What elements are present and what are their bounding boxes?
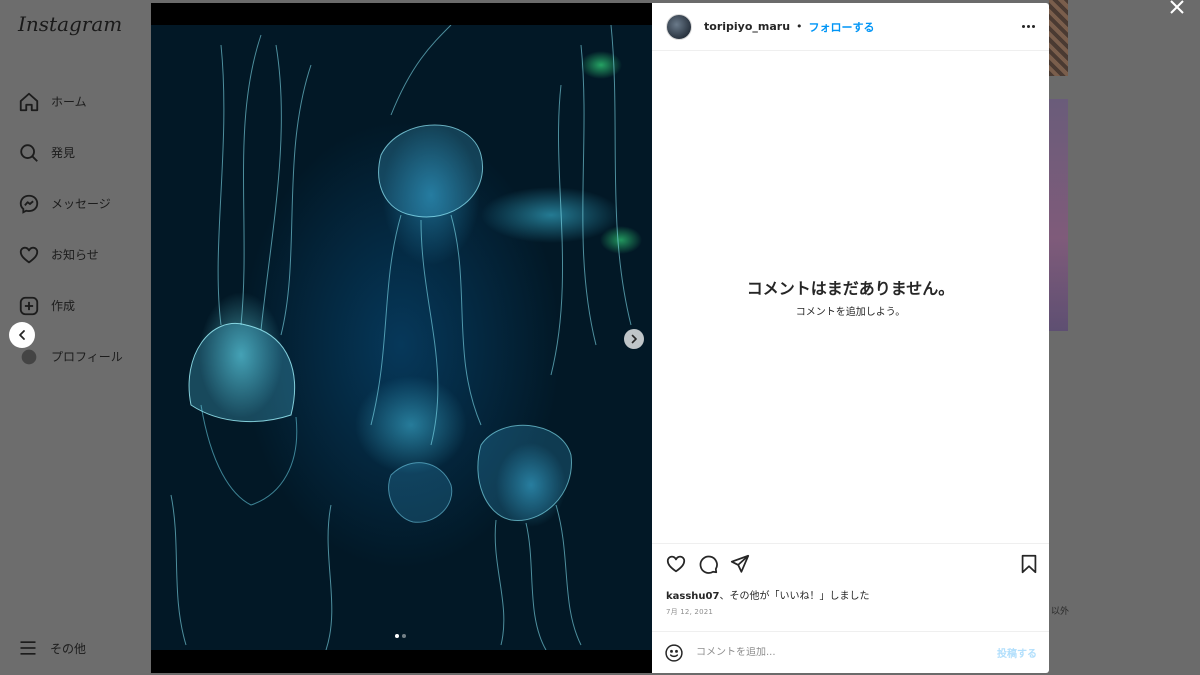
post-username[interactable]: toripiyo_maru — [704, 20, 790, 33]
like-heart-icon[interactable] — [665, 553, 687, 575]
carousel-indicator — [395, 634, 406, 638]
post-media — [151, 3, 652, 673]
sidebar-item-label: メッセージ — [51, 197, 111, 211]
likes-suffix: 、その他が「いいね！」しました — [719, 591, 870, 602]
close-button[interactable] — [1168, 0, 1188, 20]
background-thumbnail — [1049, 99, 1068, 331]
create-icon — [19, 296, 39, 315]
previous-post-button[interactable] — [9, 322, 35, 348]
sidebar-more-label: その他 — [50, 641, 87, 656]
share-icon[interactable] — [729, 553, 751, 575]
carousel-next-button[interactable] — [624, 329, 644, 349]
jellyfish-illustration — [170, 25, 632, 650]
post-details-panel: toripiyo_maru • フォローする コメントはまだありません。 コメン… — [652, 3, 1049, 673]
post-image — [151, 25, 652, 650]
no-comments-subtitle: コメントを追加しよう。 — [795, 307, 906, 318]
post-date[interactable]: 7月 12, 2021 — [666, 607, 713, 617]
background-peek-text: 以外 — [1051, 607, 1070, 617]
sidebar-item-label: プロフィール — [51, 350, 123, 364]
close-icon — [1170, 0, 1184, 14]
comments-area: コメントはまだありません。 コメントを追加しよう。 — [652, 52, 1049, 543]
sidebar-item-create[interactable]: 作成 — [18, 280, 148, 331]
sidebar-item-explore[interactable]: 発見 — [18, 127, 148, 178]
avatar[interactable] — [666, 13, 692, 40]
avatar-icon — [21, 349, 37, 364]
sidebar-item-notifications[interactable]: お知らせ — [18, 229, 148, 280]
sidebar-item-profile[interactable]: プロフィール — [18, 331, 148, 382]
comment-icon[interactable] — [697, 553, 719, 575]
home-icon — [19, 92, 39, 111]
sidebar-item-messages[interactable]: メッセージ — [18, 178, 148, 229]
sidebar-item-label: ホーム — [51, 95, 87, 109]
sidebar-nav: ホーム 発見 メッセージ お知らせ 作成 プロフィール — [18, 76, 148, 382]
liker-username[interactable]: kasshu07 — [666, 591, 719, 602]
follow-button[interactable]: フォローする — [809, 19, 875, 35]
chevron-left-icon — [19, 330, 25, 340]
menu-icon — [20, 641, 36, 655]
heart-icon — [19, 246, 39, 263]
post-actions — [665, 553, 1038, 577]
messenger-icon — [19, 194, 39, 214]
header-separator: • — [796, 20, 803, 33]
bookmark-icon[interactable] — [1018, 553, 1040, 575]
search-icon — [20, 143, 38, 162]
more-options-icon[interactable] — [1022, 25, 1035, 28]
carousel-dot — [402, 634, 406, 638]
comment-input[interactable] — [696, 647, 966, 658]
sidebar-more[interactable]: その他 — [18, 638, 86, 658]
background-thumbnail — [1049, 0, 1068, 76]
no-comments-title: コメントはまだありません。 — [746, 279, 955, 298]
divider — [652, 543, 1049, 544]
sidebar-item-label: お知らせ — [51, 248, 99, 262]
sidebar-item-label: 作成 — [51, 299, 76, 313]
post-comment-button[interactable]: 投稿する — [997, 645, 1037, 660]
sidebar-item-home[interactable]: ホーム — [18, 76, 148, 127]
chevron-right-icon — [631, 334, 637, 344]
sidebar-item-label: 発見 — [51, 146, 76, 160]
add-comment-bar: 投稿する — [652, 631, 1049, 673]
emoji-icon[interactable] — [664, 643, 684, 663]
likes-summary: kasshu07、その他が「いいね！」しました — [666, 587, 869, 602]
post-header: toripiyo_maru • フォローする — [652, 3, 1049, 51]
carousel-dot — [395, 634, 399, 638]
instagram-logo: Instagram — [18, 12, 123, 36]
